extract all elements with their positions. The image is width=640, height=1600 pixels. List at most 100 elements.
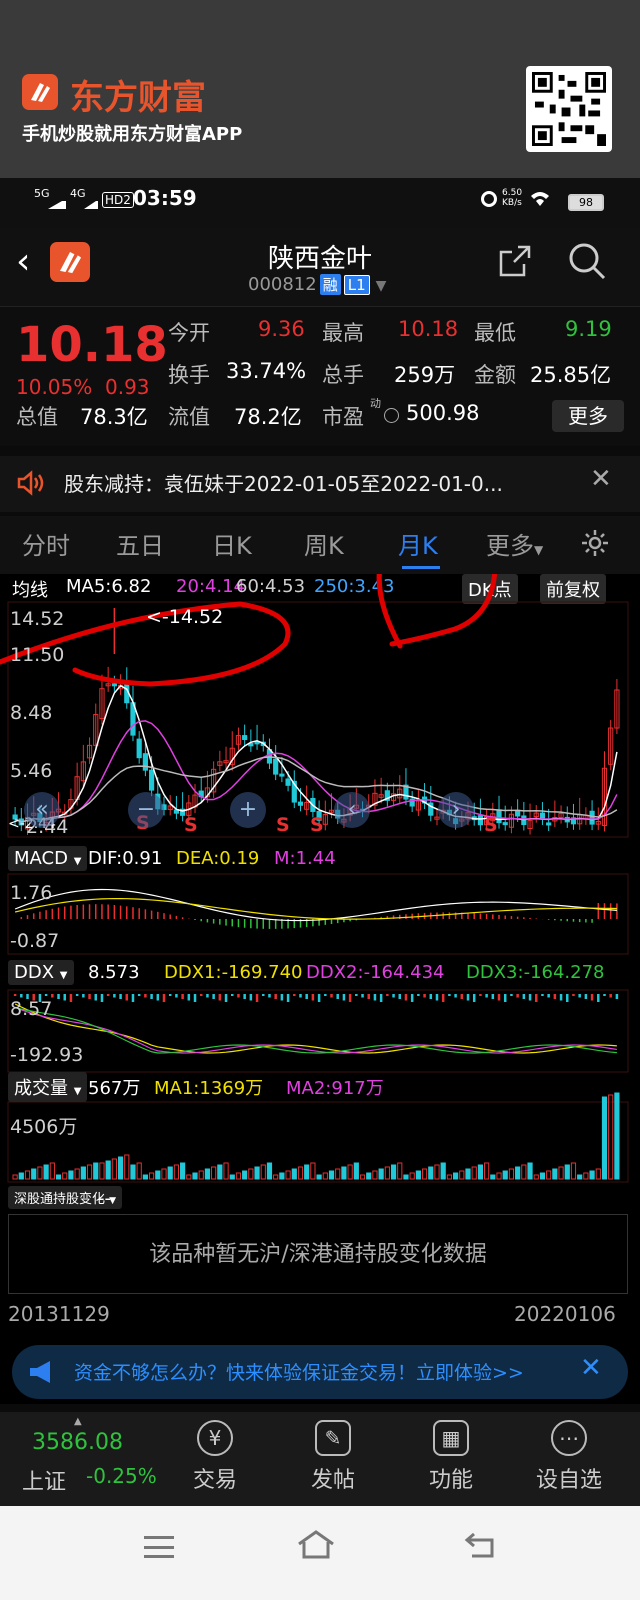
volume-bar (496, 1172, 502, 1180)
macd-m: M:1.44 (274, 848, 336, 869)
nav-post-label: 发帖 (310, 1468, 355, 1493)
kline-candle (242, 735, 248, 741)
more-quote-button[interactable]: 更多 (552, 400, 624, 432)
settings-gear-icon[interactable] (580, 528, 610, 558)
volume-bar (248, 1168, 254, 1180)
ddx2-value: DDX2:-164.434 (306, 962, 445, 983)
volume-bar (527, 1162, 533, 1180)
kline-candle (285, 778, 291, 786)
banner-slogan: 手机炒股就用东方财富APP (22, 124, 243, 145)
kline-candle (142, 753, 148, 771)
share-icon[interactable] (498, 244, 532, 278)
volume-bar (142, 1174, 148, 1180)
change-percent: 10.05% (16, 375, 93, 399)
volume-bar (117, 1156, 124, 1180)
stock-code-line[interactable]: 000812 融 L1 ▼ (248, 274, 386, 295)
tab-intraday[interactable]: 分时 (22, 526, 70, 561)
sell-signal: S (310, 814, 324, 836)
volume-bar (341, 1166, 347, 1180)
volume-bar (589, 1170, 595, 1180)
pane-frame (7, 601, 629, 838)
kline-candle (502, 822, 508, 826)
nav-functions[interactable]: ▦ 功能 (396, 1420, 506, 1494)
menu-icon[interactable] (144, 1536, 174, 1558)
nav-trade[interactable]: ¥ 交易 (160, 1420, 270, 1494)
volume-bar (490, 1174, 496, 1180)
tab-monthly-k[interactable]: 月K (398, 526, 438, 561)
index-change: -0.25% (86, 1464, 157, 1488)
scroll-forward-icon[interactable]: › (438, 792, 474, 828)
volume-bar (279, 1172, 285, 1180)
pane-frame (7, 1101, 629, 1183)
edit-icon: ✎ (315, 1420, 351, 1456)
volume-bar (564, 1164, 570, 1180)
tab-five-day[interactable]: 五日 (116, 526, 164, 561)
notice-text: 股东减持：袁伍妹于2022-01-05至2022-01-0... (64, 472, 503, 496)
close-icon[interactable]: ✕ (590, 464, 612, 494)
ddx-label: DDX (14, 962, 55, 983)
label-volume: 总手 (322, 363, 364, 387)
amount: 25.85亿 (530, 363, 612, 387)
volume-bar (316, 1174, 322, 1180)
red-circle-annotation (376, 574, 498, 649)
hk-connect-label: 深股通持股变化 (14, 1192, 106, 1207)
ddx-selector[interactable]: DDX ▼ (8, 960, 74, 985)
scroll-left-icon[interactable]: « (24, 792, 60, 828)
volume-bar (266, 1162, 273, 1180)
volume-selector[interactable]: 成交量 ▼ (8, 1072, 88, 1102)
volume-bar (570, 1162, 577, 1180)
macd-tick-high: 1.76 (10, 882, 53, 904)
back-icon[interactable] (464, 1530, 496, 1560)
tab-daily-k[interactable]: 日K (212, 526, 252, 561)
volume-bar (198, 1170, 204, 1180)
label-amount: 金额 (474, 363, 516, 387)
bottom-navigation: ▲ 3586.08 上证 -0.25% ¥ 交易 ✎ 发帖 ▦ 功能 ⋯ 设自选 (0, 1412, 640, 1506)
volume-bar (204, 1168, 211, 1180)
volume-bar (180, 1162, 186, 1180)
macd-selector[interactable]: MACD ▼ (8, 846, 88, 871)
home-icon[interactable] (296, 1528, 336, 1560)
active-tab-indicator (402, 566, 440, 569)
volume-bar (24, 1170, 31, 1180)
search-icon[interactable] (568, 242, 606, 280)
label-float-cap: 流值 (168, 405, 210, 429)
ad-close-icon[interactable]: ✕ (580, 1353, 602, 1383)
nav-watchlist[interactable]: ⋯ 设自选 (514, 1420, 624, 1494)
dots-circle-icon: ⋯ (551, 1420, 587, 1456)
ma60-line (14, 756, 618, 823)
volume-pane (12, 1092, 620, 1180)
volume-bar (136, 1162, 142, 1180)
kline-candle (273, 758, 279, 775)
price-change: 10.05% 0.93 (16, 375, 150, 399)
tab-more-label: 更多 (486, 532, 534, 560)
last-price: 10.18 (16, 317, 168, 373)
label-turnover: 换手 (168, 363, 210, 387)
end-date: 20220106 (514, 1302, 616, 1326)
volume-bar (328, 1170, 335, 1180)
stock-name: 陕西金叶 (267, 244, 372, 274)
volume-bar (421, 1168, 428, 1180)
tab-more[interactable]: 更多▼ (486, 526, 543, 561)
volume-bar (459, 1170, 465, 1180)
index-ticker[interactable]: 3586.08 上证 -0.25% (0, 1412, 160, 1506)
zoom-out-icon[interactable]: − (128, 792, 164, 828)
kline-chart-area[interactable]: 均线 MA5:6.82 20:4.14 60:4.53 250:3.43 DK点… (0, 574, 640, 1404)
volume-bar (415, 1170, 421, 1180)
tab-weekly-k[interactable]: 周K (304, 526, 344, 561)
scroll-back-icon[interactable]: ‹ (334, 792, 370, 828)
zoom-in-icon[interactable]: + (230, 792, 266, 828)
volume-bar (477, 1164, 484, 1180)
index-value: 3586.08 (32, 1430, 123, 1455)
volume-bar (446, 1174, 452, 1180)
margin-trading-ad[interactable]: 资金不够怎么办？快来体验保证金交易！立即体验>> ✕ (12, 1345, 628, 1399)
hk-connect-value: -- (98, 1188, 111, 1209)
volume-bar (285, 1170, 291, 1180)
info-icon[interactable] (384, 408, 399, 423)
start-date: 20131129 (8, 1302, 110, 1326)
signal-bars-icon (48, 199, 66, 209)
sell-signal: S (276, 814, 290, 836)
kline-candle (279, 773, 285, 777)
nav-post[interactable]: ✎ 发帖 (278, 1420, 388, 1494)
notice-bar[interactable]: 股东减持：袁伍妹于2022-01-05至2022-01-0... ✕ (0, 456, 640, 512)
volume-bar (403, 1174, 409, 1180)
